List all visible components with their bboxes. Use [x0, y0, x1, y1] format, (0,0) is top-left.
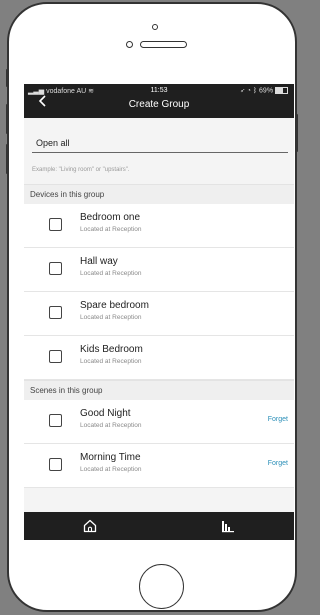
device-checkbox[interactable] [49, 350, 62, 363]
devices-section-header: Devices in this group [24, 184, 294, 204]
scene-location: Located at Reception [80, 466, 142, 473]
scene-row[interactable]: Good Night Located at Reception Forget [24, 400, 294, 444]
battery-percent: 69% [259, 87, 274, 95]
bottom-tab-bar [24, 512, 294, 540]
device-location: Located at Reception [80, 270, 142, 277]
scene-name: Morning Time [80, 452, 141, 463]
volume-down-button [6, 144, 9, 174]
group-name-input[interactable]: Open all [32, 138, 288, 153]
bluetooth-icon: ᛒ [252, 87, 258, 95]
alarm-icon: ◔ [246, 87, 251, 95]
chart-icon [222, 521, 234, 533]
device-checkbox[interactable] [49, 262, 62, 275]
device-row[interactable]: Kids Bedroom Located at Reception [24, 336, 294, 380]
device-row[interactable]: Bedroom one Located at Reception [24, 204, 294, 248]
battery-icon [275, 87, 288, 94]
group-name-hint: Example: "Living room" or "upstairs". [32, 167, 130, 173]
scene-row[interactable]: Morning Time Located at Reception Forget [24, 444, 294, 488]
tab-home[interactable] [82, 518, 98, 534]
device-name: Bedroom one [80, 212, 141, 223]
top-bar: ▂▃▅ vodafone AU ≋ 11:53 ➶ ◔ ᛒ 69% Create… [24, 84, 294, 118]
device-checkbox[interactable] [49, 218, 62, 231]
tab-stats[interactable] [220, 518, 236, 534]
home-icon [83, 519, 97, 533]
content-area: Open all Example: "Living room" or "upst… [24, 118, 294, 512]
device-name: Spare bedroom [80, 300, 149, 311]
device-location: Located at Reception [80, 358, 142, 365]
status-right: ➶ ◔ ᛒ 69% [241, 87, 288, 94]
device-row[interactable]: Spare bedroom Located at Reception [24, 292, 294, 336]
forget-button[interactable]: Forget [268, 460, 288, 467]
forget-button[interactable]: Forget [268, 416, 288, 423]
proximity-sensor [126, 41, 133, 48]
scene-checkbox[interactable] [49, 458, 62, 471]
mute-switch [6, 69, 9, 87]
device-name: Kids Bedroom [80, 344, 143, 355]
scene-checkbox[interactable] [49, 414, 62, 427]
volume-up-button [6, 104, 9, 134]
scene-name: Good Night [80, 408, 131, 419]
device-checkbox[interactable] [49, 306, 62, 319]
front-camera [152, 24, 158, 30]
app-screen: ▂▃▅ vodafone AU ≋ 11:53 ➶ ◔ ᛒ 69% Create… [24, 84, 294, 540]
device-location: Located at Reception [80, 226, 142, 233]
power-button [295, 114, 298, 152]
device-row[interactable]: Hall way Located at Reception [24, 248, 294, 292]
scene-location: Located at Reception [80, 422, 142, 429]
home-button[interactable] [139, 564, 184, 609]
device-name: Hall way [80, 256, 118, 267]
earpiece-speaker [140, 41, 187, 48]
scenes-section-header: Scenes in this group [24, 380, 294, 400]
location-icon: ➶ [240, 87, 245, 95]
device-location: Located at Reception [80, 314, 142, 321]
page-title: Create Group [128, 99, 190, 110]
